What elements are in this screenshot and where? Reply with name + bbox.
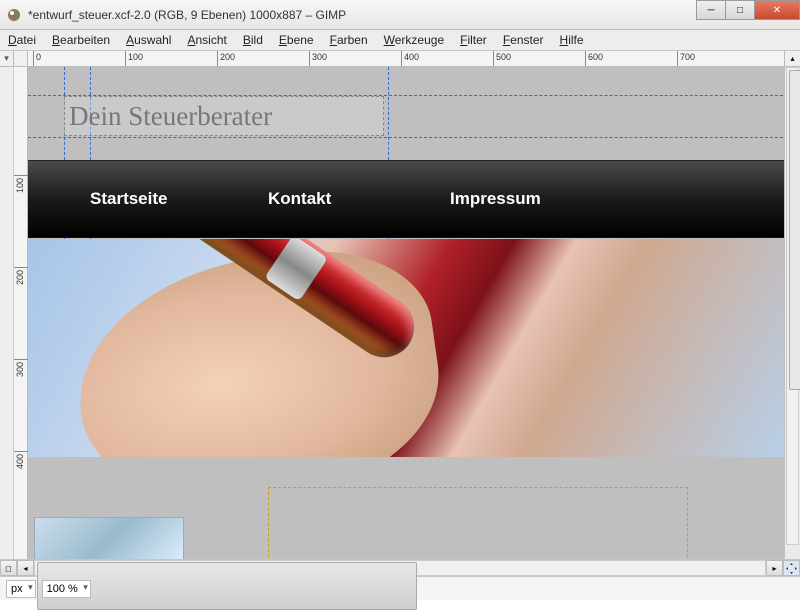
maximize-button[interactable]: □ bbox=[725, 0, 755, 20]
ruler-tick bbox=[33, 51, 34, 66]
menu-fenster[interactable]: Fenster bbox=[503, 33, 544, 47]
heading-text: Dein Steuerberater bbox=[69, 101, 272, 132]
menu-hilfe[interactable]: Hilfe bbox=[560, 33, 584, 47]
menu-datei[interactable]: Datei bbox=[8, 33, 36, 47]
ruler-tick bbox=[309, 51, 310, 66]
menu-werkzeuge[interactable]: Werkzeuge bbox=[384, 33, 444, 47]
unit-selector[interactable]: px bbox=[6, 580, 36, 598]
text-layer-heading[interactable]: Dein Steuerberater bbox=[64, 96, 384, 136]
menu-filter[interactable]: Filter bbox=[460, 33, 487, 47]
canvas[interactable]: Dein Steuerberater Startseite Kontakt Im… bbox=[28, 67, 784, 559]
canvas-viewport[interactable]: Dein Steuerberater Startseite Kontakt Im… bbox=[28, 67, 784, 559]
ruler-tick bbox=[217, 51, 218, 66]
v-scroll-thumb[interactable] bbox=[789, 70, 800, 390]
quickmask-toggle[interactable]: ▾ bbox=[0, 51, 14, 66]
ruler-tick bbox=[585, 51, 586, 66]
window-buttons: ─ □ ✕ bbox=[697, 0, 800, 20]
guide-horizontal[interactable] bbox=[28, 137, 784, 138]
minimize-button[interactable]: ─ bbox=[696, 0, 726, 20]
nav-item-impressum: Impressum bbox=[450, 189, 541, 209]
ruler-tick: 300 bbox=[14, 359, 28, 360]
ruler-tick: 200 bbox=[14, 267, 28, 268]
menu-ebene[interactable]: Ebene bbox=[279, 33, 314, 47]
h-scroll-track[interactable] bbox=[34, 560, 766, 576]
ruler-row: ▾ ▴ bbox=[0, 51, 800, 67]
navigation-button[interactable] bbox=[783, 560, 800, 576]
ruler-tick: 400 bbox=[14, 451, 28, 452]
ruler-origin[interactable]: ▾ bbox=[0, 51, 28, 66]
vertical-ruler[interactable]: 100 200 300 400 bbox=[14, 67, 28, 559]
ruler-corner bbox=[14, 51, 28, 66]
vertical-scrollbar[interactable] bbox=[784, 67, 800, 559]
design-hero-image bbox=[28, 239, 784, 457]
left-gutter bbox=[0, 67, 14, 559]
window-titlebar: *entwurf_steuer.xcf-2.0 (RGB, 9 Ebenen) … bbox=[0, 0, 800, 30]
h-scroll-thumb[interactable] bbox=[37, 562, 417, 610]
ruler-tick bbox=[401, 51, 402, 66]
ruler-tick: 100 bbox=[14, 175, 28, 176]
scroll-up-button[interactable]: ▴ bbox=[784, 51, 800, 66]
ruler-tick bbox=[677, 51, 678, 66]
horizontal-scrollbar: ◻ ◂ ▸ bbox=[0, 559, 800, 576]
layer-thumbnail bbox=[34, 517, 184, 559]
v-scroll-track[interactable] bbox=[786, 67, 799, 545]
move-icon bbox=[786, 563, 797, 574]
work-area: 100 200 300 400 Dein Steuerberater Start… bbox=[0, 67, 800, 559]
nav-item-kontakt: Kontakt bbox=[268, 189, 331, 209]
menu-bild[interactable]: Bild bbox=[243, 33, 263, 47]
ruler-tick bbox=[125, 51, 126, 66]
horizontal-ruler[interactable] bbox=[28, 51, 784, 66]
design-navbar: Startseite Kontakt Impressum bbox=[28, 160, 784, 238]
ruler-tick bbox=[493, 51, 494, 66]
menu-farben[interactable]: Farben bbox=[330, 33, 368, 47]
zoom-selector[interactable]: 100 % bbox=[42, 580, 91, 598]
menu-ansicht[interactable]: Ansicht bbox=[187, 33, 226, 47]
menu-bearbeiten[interactable]: Bearbeiten bbox=[52, 33, 110, 47]
menu-bar: Datei Bearbeiten Auswahl Ansicht Bild Eb… bbox=[0, 30, 800, 51]
quickmask-button[interactable]: ◻ bbox=[0, 560, 17, 576]
window-title: *entwurf_steuer.xcf-2.0 (RGB, 9 Ebenen) … bbox=[28, 8, 346, 22]
h-scroll-left[interactable]: ◂ bbox=[17, 560, 34, 576]
nav-item-startseite: Startseite bbox=[90, 189, 167, 209]
menu-auswahl[interactable]: Auswahl bbox=[126, 33, 171, 47]
h-scroll-right[interactable]: ▸ bbox=[766, 560, 783, 576]
close-button[interactable]: ✕ bbox=[754, 0, 800, 20]
app-icon bbox=[6, 7, 22, 23]
active-layer-bounds[interactable] bbox=[268, 487, 688, 559]
